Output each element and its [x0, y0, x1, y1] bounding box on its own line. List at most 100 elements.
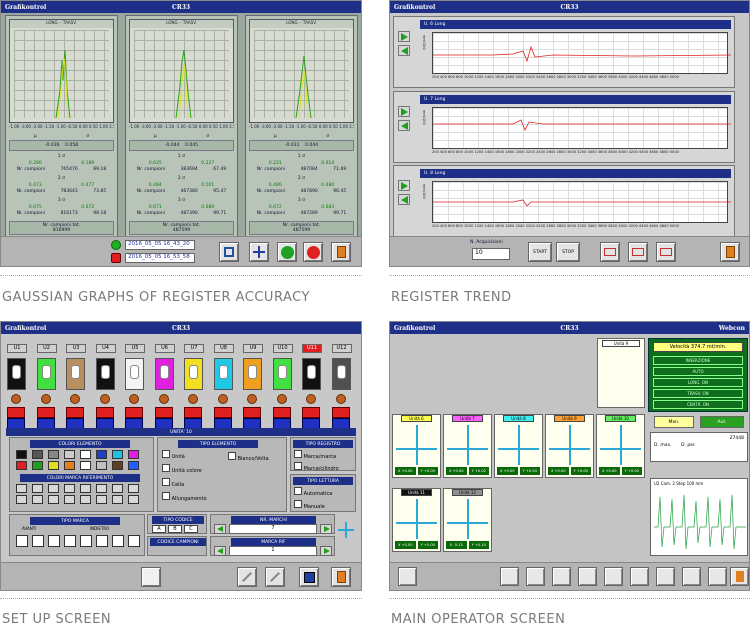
mode-auto[interactable]: AUTO: [653, 367, 743, 376]
zoom-up-button[interactable]: [398, 31, 410, 42]
exit-button[interactable]: [720, 242, 740, 262]
color-swatch[interactable]: [32, 450, 43, 459]
unit-label-U5[interactable]: U5: [125, 344, 145, 353]
trend-button[interactable]: [604, 567, 623, 586]
date-start-field[interactable]: 2016_05_05 16_43_20: [125, 240, 195, 250]
zoom-down-button[interactable]: [398, 120, 410, 131]
tool-b-button[interactable]: [265, 567, 285, 587]
exit-button[interactable]: [331, 567, 351, 587]
unit-color-box[interactable]: [243, 358, 262, 390]
unit-color-box[interactable]: [7, 358, 26, 390]
mark-type-icon[interactable]: [96, 535, 108, 547]
grid-view-button[interactable]: [249, 242, 269, 262]
unit-color-box[interactable]: [272, 358, 292, 390]
acq-input[interactable]: 10: [472, 248, 510, 260]
unit-card[interactable]: Unità 6 X +0.00 Y +0.00: [392, 414, 441, 478]
unit-color-box[interactable]: [95, 358, 115, 390]
mark-swatch[interactable]: [32, 495, 43, 504]
mark-swatch[interactable]: [32, 484, 43, 493]
nr-marchi-increment[interactable]: [320, 524, 332, 534]
unit-red-button[interactable]: [36, 407, 55, 418]
marca-rif-value[interactable]: 1: [229, 546, 317, 556]
color-swatch[interactable]: [16, 461, 27, 470]
unit-label-U11[interactable]: U11: [302, 344, 322, 353]
trend-1-button[interactable]: [600, 242, 620, 262]
unit-label-U8[interactable]: U8: [213, 344, 234, 353]
unit-red-button[interactable]: [302, 407, 320, 418]
unit-label-U7[interactable]: U7: [184, 344, 204, 353]
mark-type-icon[interactable]: [64, 535, 76, 547]
setup-button[interactable]: [656, 567, 675, 586]
zoom-down-button[interactable]: [398, 194, 410, 205]
mark-swatch[interactable]: [64, 495, 75, 504]
unit-label-U9[interactable]: U9: [243, 344, 263, 353]
mark-swatch[interactable]: [48, 484, 59, 493]
unit-red-button[interactable]: [272, 407, 291, 418]
unit-color-box[interactable]: [154, 358, 174, 390]
unit-color-box[interactable]: [331, 358, 351, 390]
zoom-up-button[interactable]: [398, 106, 410, 117]
start-button[interactable]: START: [528, 242, 552, 262]
mark-swatch[interactable]: [64, 484, 75, 493]
unit-card[interactable]: Unità 9 X +0.00 Y +0.00: [545, 414, 594, 478]
mode-long[interactable]: LONG. ON: [653, 378, 743, 387]
unit-label-U1[interactable]: U1: [7, 344, 27, 353]
mark-swatch[interactable]: [96, 484, 107, 493]
unit-label-U2[interactable]: U2: [36, 344, 57, 353]
tool-4-button[interactable]: [578, 567, 597, 586]
tipo-elemento-options[interactable]: Unità Unità colore Cella Allungamento: [162, 450, 207, 506]
unit-card[interactable]: Unità 12 X -5.13 Y +0.10: [443, 488, 492, 552]
mark-type-icon[interactable]: [128, 535, 140, 547]
bianco-volta-option[interactable]: Bianco/Volta: [228, 452, 269, 462]
color-swatch[interactable]: [80, 450, 91, 459]
color-swatch[interactable]: [128, 450, 139, 459]
zoom-up-button[interactable]: [398, 180, 410, 191]
tool-3-button[interactable]: [552, 567, 571, 586]
trend-3-button[interactable]: [656, 242, 676, 262]
unit-red-button[interactable]: [66, 407, 84, 418]
mark-swatch[interactable]: [96, 495, 107, 504]
unit-card[interactable]: Unità 10 X +0.00 Y +0.00: [596, 414, 645, 478]
mark-type-icon[interactable]: [48, 535, 60, 547]
unit-color-box[interactable]: [125, 358, 144, 390]
wrench-button[interactable]: [682, 567, 701, 586]
color-swatch[interactable]: [96, 450, 107, 459]
registro-options[interactable]: Marca/marca Marca/cilindro: [294, 450, 339, 474]
mark-swatch[interactable]: [16, 484, 27, 493]
mode-trasv[interactable]: TRASV. ON: [653, 389, 743, 398]
unit-label-U4[interactable]: U4: [95, 344, 116, 353]
unit-card[interactable]: Unità 7 X +0.00 Y +0.02: [443, 414, 492, 478]
date-end-field[interactable]: 2016_05_05 16_53_58: [125, 253, 195, 263]
lettura-options[interactable]: Automatica Manuale: [294, 487, 332, 513]
mark-type-icon[interactable]: [16, 535, 28, 547]
mark-swatch[interactable]: [112, 495, 123, 504]
unit-color-box[interactable]: [36, 358, 56, 390]
nr-marchi-value[interactable]: 7: [229, 524, 317, 534]
color-swatch[interactable]: [112, 461, 123, 470]
unit-label-U10[interactable]: U10: [272, 344, 293, 353]
blank-button[interactable]: [141, 567, 161, 587]
tool-1-button[interactable]: [500, 567, 519, 586]
color-swatch[interactable]: [16, 450, 27, 459]
mark-type-icon[interactable]: [80, 535, 92, 547]
color-swatch[interactable]: [80, 461, 91, 470]
mark-swatch[interactable]: [80, 484, 91, 493]
codice-buttons[interactable]: A B C: [152, 525, 198, 533]
unit-top-box[interactable]: Unità 9: [597, 338, 645, 408]
play-button[interactable]: [277, 242, 297, 262]
unit-red-button[interactable]: [243, 407, 261, 418]
unit-color-box[interactable]: [66, 358, 85, 390]
marca-rif-decrement[interactable]: [214, 546, 226, 556]
zoom-down-button[interactable]: [398, 45, 410, 56]
marca-rif-increment[interactable]: [320, 546, 332, 556]
save-button[interactable]: [299, 567, 319, 587]
report-button[interactable]: [398, 567, 417, 586]
unit-red-button[interactable]: [331, 407, 350, 418]
unit-color-box[interactable]: [184, 358, 203, 390]
exit-button[interactable]: [331, 242, 351, 262]
color-swatch[interactable]: [64, 461, 75, 470]
unit-color-box[interactable]: [302, 358, 321, 390]
color-swatch[interactable]: [48, 461, 59, 470]
gauss-button[interactable]: [630, 567, 649, 586]
print-button[interactable]: [219, 242, 239, 262]
